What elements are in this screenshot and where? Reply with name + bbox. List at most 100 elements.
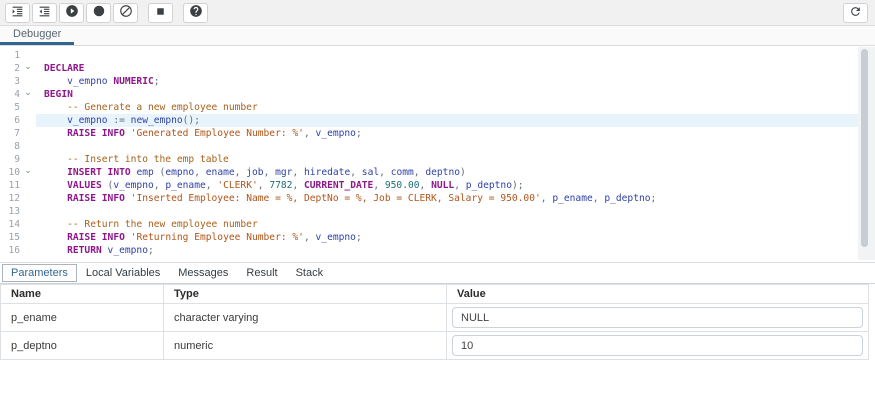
fold-spacer (20, 179, 36, 192)
tab-parameters[interactable]: Parameters (2, 264, 77, 282)
code-line[interactable]: 12 RAISE INFO 'Inserted Employee: Name =… (0, 192, 875, 205)
code-text[interactable] (36, 140, 858, 153)
gutter-cell: 8 (0, 140, 36, 153)
fold-spacer (20, 231, 36, 244)
line-number[interactable]: 1 (0, 49, 20, 62)
code-line[interactable]: 5 -- Generate a new employee number (0, 101, 875, 114)
stop-icon (154, 5, 167, 21)
gutter-cell: 7 (0, 127, 36, 140)
line-number[interactable]: 9 (0, 153, 20, 166)
code-line[interactable]: 6 v_empno := new_empno(); (0, 114, 875, 127)
tab-local-variables[interactable]: Local Variables (77, 265, 169, 281)
line-number[interactable]: 11 (0, 179, 20, 192)
code-text[interactable]: v_empno := new_empno(); (36, 114, 858, 127)
code-text[interactable]: BEGIN (36, 88, 858, 101)
code-text[interactable]: v_empno NUMERIC; (36, 75, 858, 88)
param-value-input[interactable] (452, 335, 863, 356)
tab-messages[interactable]: Messages (169, 265, 237, 281)
table-row: p_enamecharacter varying (1, 304, 869, 332)
code-text[interactable]: VALUES (v_empno, p_ename, 'CLERK', 7782,… (36, 179, 858, 192)
debugger-toolbar (0, 0, 875, 26)
code-line[interactable]: 7 RAISE INFO 'Generated Employee Number:… (0, 127, 875, 140)
table-row: p_deptnonumeric (1, 332, 869, 360)
code-text[interactable] (36, 205, 858, 218)
step-over-button[interactable] (32, 3, 57, 23)
gutter-cell: 14 (0, 218, 36, 231)
code-line[interactable]: 2⌄DECLARE (0, 62, 875, 75)
line-number[interactable]: 3 (0, 75, 20, 88)
fold-spacer (20, 49, 36, 62)
code-editor[interactable]: 12⌄DECLARE3 v_empno NUMERIC;4⌄BEGIN5 -- … (0, 46, 875, 263)
gutter-cell: 10⌄ (0, 166, 36, 179)
code-line[interactable]: 15 RAISE INFO 'Returning Employee Number… (0, 231, 875, 244)
tab-stack[interactable]: Stack (287, 265, 333, 281)
fold-chevron-icon[interactable]: ⌄ (20, 166, 36, 179)
code-line[interactable]: 16 RETURN v_empno; (0, 244, 875, 257)
step-into-button[interactable] (5, 3, 30, 23)
code-line[interactable]: 13 (0, 205, 875, 218)
fold-chevron-icon[interactable]: ⌄ (20, 62, 36, 75)
code-text[interactable]: RAISE INFO 'Inserted Employee: Name = %,… (36, 192, 858, 205)
code-text[interactable]: INSERT INTO emp (empno, ename, job, mgr,… (36, 166, 858, 179)
code-text[interactable]: -- Insert into the emp table (36, 153, 858, 166)
code-text[interactable]: RETURN v_empno; (36, 244, 858, 257)
scrollbar-thumb[interactable] (861, 49, 868, 247)
line-number[interactable]: 13 (0, 205, 20, 218)
editor-tabbar: Debugger (0, 26, 875, 46)
stop-button[interactable] (148, 3, 173, 23)
param-value-input[interactable] (452, 307, 863, 328)
continue-icon (65, 4, 79, 21)
code-line[interactable]: 14 -- Return the new employee number (0, 218, 875, 231)
code-text[interactable]: -- Generate a new employee number (36, 101, 858, 114)
toggle-breakpoint-icon (92, 4, 106, 21)
code-text[interactable]: RAISE INFO 'Returning Employee Number: %… (36, 231, 858, 244)
code-line[interactable]: 10⌄ INSERT INTO emp (empno, ename, job, … (0, 166, 875, 179)
help-icon (189, 4, 203, 21)
code-lines: 12⌄DECLARE3 v_empno NUMERIC;4⌄BEGIN5 -- … (0, 49, 875, 257)
editor-scrollbar[interactable] (858, 47, 875, 260)
fold-spacer (20, 127, 36, 140)
line-number[interactable]: 14 (0, 218, 20, 231)
code-text[interactable] (36, 49, 858, 62)
line-number[interactable]: 8 (0, 140, 20, 153)
code-line[interactable]: 8 (0, 140, 875, 153)
line-number[interactable]: 7 (0, 127, 20, 140)
gutter-cell: 1 (0, 49, 36, 62)
code-text[interactable]: -- Return the new employee number (36, 218, 858, 231)
line-number[interactable]: 5 (0, 101, 20, 114)
line-number[interactable]: 10 (0, 166, 20, 179)
param-value-cell (447, 332, 869, 360)
code-text[interactable]: RAISE INFO 'Generated Employee Number: %… (36, 127, 858, 140)
parameters-table-header: NameTypeValue (1, 285, 869, 304)
code-line[interactable]: 4⌄BEGIN (0, 88, 875, 101)
line-number[interactable]: 15 (0, 231, 20, 244)
help-button[interactable] (183, 3, 208, 23)
fold-chevron-icon[interactable]: ⌄ (20, 88, 36, 101)
fold-spacer (20, 75, 36, 88)
tab-debugger[interactable]: Debugger (0, 26, 74, 45)
fold-spacer (20, 205, 36, 218)
gutter-cell: 4⌄ (0, 88, 36, 101)
gutter-cell: 11 (0, 179, 36, 192)
step-into-icon (11, 5, 24, 21)
toggle-breakpoint-button[interactable] (86, 3, 111, 23)
continue-button[interactable] (59, 3, 84, 23)
tab-result[interactable]: Result (237, 265, 286, 281)
code-line[interactable]: 1 (0, 49, 875, 62)
line-number[interactable]: 4 (0, 88, 20, 101)
line-number[interactable]: 12 (0, 192, 20, 205)
parameters-table: NameTypeValue p_enamecharacter varyingp_… (0, 284, 869, 360)
code-line[interactable]: 11 VALUES (v_empno, p_ename, 'CLERK', 77… (0, 179, 875, 192)
code-line[interactable]: 3 v_empno NUMERIC; (0, 75, 875, 88)
code-line[interactable]: 9 -- Insert into the emp table (0, 153, 875, 166)
column-header-type: Type (164, 285, 447, 304)
clear-all-breakpoints-button[interactable] (113, 3, 138, 23)
toolbar-button-group (5, 3, 210, 23)
line-number[interactable]: 2 (0, 62, 20, 75)
line-number[interactable]: 16 (0, 244, 20, 257)
line-number[interactable]: 6 (0, 114, 20, 127)
code-text[interactable]: DECLARE (36, 62, 858, 75)
gutter-cell: 9 (0, 153, 36, 166)
refresh-button[interactable] (843, 3, 868, 23)
clear-all-breakpoints-icon (119, 4, 133, 21)
